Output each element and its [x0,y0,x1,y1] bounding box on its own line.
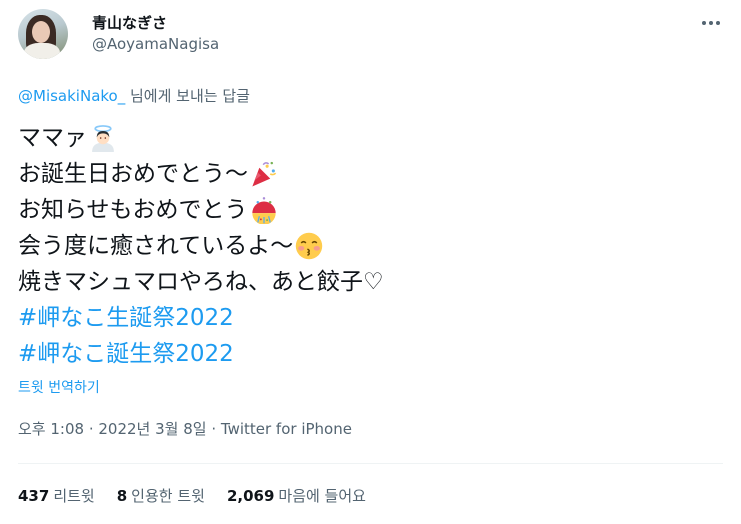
tweet-line: お誕生日おめでとう〜 [18,156,718,192]
tweet-time[interactable]: 오후 1:08 [18,420,84,438]
likes-stat[interactable]: 2,069 마음에 들어요 [227,485,366,506]
avatar[interactable] [18,9,68,59]
hashtag-link[interactable]: #岬なこ生誕祭2022 [18,300,234,336]
kissing-face-icon [296,232,323,260]
user-handle[interactable]: @AoyamaNagisa [92,35,219,53]
tweet-line-text: 焼きマシュマロやろね、あと餃子♡ [18,269,384,295]
tweet-line-text: 会う度に癒されているよ〜 [18,233,294,259]
retweets-stat[interactable]: 437 리트윗 [18,485,95,506]
tweet-line: #岬なこ誕生祭2022 [18,336,718,372]
divider [18,463,723,464]
quotes-label: 인용한 트윗 [131,487,205,505]
confetti-ball-icon [251,197,276,224]
reply-context: @MisakiNako_ 님에게 보내는 답글 [18,85,250,106]
tweet-source[interactable]: Twitter for iPhone [221,420,352,438]
tweet-text: ママァ お誕生日おめでとう〜 お知らせもおめでとう 会う度に癒されているよ〜 焼… [18,120,718,372]
quotes-count: 8 [116,487,128,505]
likes-label: 마음에 들어요 [278,487,366,505]
quotes-stat[interactable]: 8 인용한 트윗 [117,485,205,506]
tweet-metadata: 오후 1:08 · 2022년 3월 8일 · Twitter for iPho… [18,418,352,439]
tweet-line: ママァ [18,120,718,156]
reply-suffix: 님에게 보내는 답글 [125,87,250,105]
tweet-line: 会う度に癒されているよ〜 [18,228,718,264]
likes-count: 2,069 [226,487,275,505]
more-options-icon[interactable] [699,13,723,33]
meta-separator: · [84,420,99,438]
reply-mention-link[interactable]: @MisakiNako_ [18,87,125,105]
translate-tweet-link[interactable]: 트윗 번역하기 [18,377,100,397]
party-popper-icon [252,161,277,187]
tweet-line: 焼きマシュマロやろね、あと餃子♡ [18,264,718,300]
tweet-line-text: ママァ [18,125,87,151]
tweet-header: 青山なぎさ @AoyamaNagisa [18,9,723,63]
tweet-date[interactable]: 2022년 3월 8일 [98,420,206,438]
tweet-line-text: お誕生日おめでとう〜 [18,161,248,187]
tweet-line-text: お知らせもおめでとう [18,197,248,223]
retweets-label: 리트윗 [53,487,95,505]
tweet-stats: 437 리트윗 8 인용한 트윗 2,069 마음에 들어요 [18,485,366,506]
tweet-line: #岬なこ生誕祭2022 [18,300,718,336]
retweets-count: 437 [18,487,50,505]
display-name[interactable]: 青山なぎさ [92,12,167,33]
meta-separator: · [206,420,221,438]
angel-emoji-icon [92,125,114,152]
hashtag-link[interactable]: #岬なこ誕生祭2022 [18,336,234,372]
tweet-line: お知らせもおめでとう [18,192,718,228]
